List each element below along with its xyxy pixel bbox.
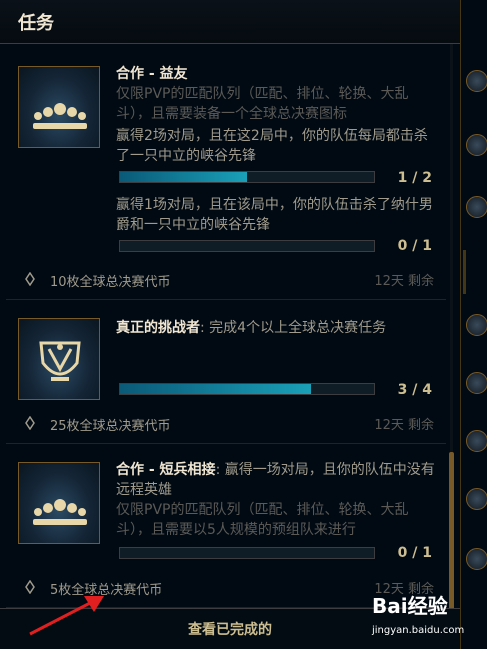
progress-count: 0 / 1 (397, 545, 432, 561)
quest-name: 合作 - 益友 (116, 66, 188, 82)
scrollbar-thumb[interactable] (449, 452, 454, 612)
baidu-watermark: Bai经验 jingyan.baidu.com (372, 590, 487, 649)
side-rail (462, 0, 487, 649)
quest-name: 真正的挑战者 (116, 320, 200, 336)
friend-avatar-icon[interactable] (466, 548, 487, 570)
worlds-trophy-icon (18, 318, 100, 400)
progress-fill (120, 172, 247, 182)
quest-title: 合作 - 短兵相接: 赢得一场对局，且你的队伍中没有远程英雄 (116, 460, 436, 500)
progress-fill (120, 384, 311, 394)
time-remaining: 12天 剩余 (374, 418, 434, 433)
friend-avatar-icon[interactable] (466, 196, 487, 218)
quest-card[interactable]: 合作 - 益友 仅限PVP的匹配队列（匹配、排位、轮换、大乱斗），且需要装备一个… (6, 50, 446, 300)
friend-avatar-icon[interactable] (466, 372, 487, 394)
friend-avatar-icon[interactable] (466, 70, 487, 92)
friend-avatar-icon[interactable] (466, 430, 487, 452)
quest-objective: 赢得1场对局，且在该局中，你的队伍击杀了纳什男爵和一只中立的峡谷先锋 (116, 197, 433, 233)
quest-reward: 25枚全球总决赛代币 (50, 419, 171, 434)
friend-avatar-icon[interactable] (466, 314, 487, 336)
friend-avatar-icon[interactable] (466, 134, 487, 156)
progress-bar (119, 171, 375, 183)
quest-title: 真正的挑战者: 完成4个以上全球总决赛任务 (116, 318, 436, 338)
progress-count: 3 / 4 (397, 382, 432, 398)
quest-title: 合作 - 益友 (116, 64, 436, 84)
progress-bar (119, 240, 375, 252)
quest-description: 仅限PVP的匹配队列（匹配、排位、轮换、大乱斗），且需要以5人规模的预组队来进行 (116, 502, 409, 538)
red-arrow-annotation (29, 596, 104, 636)
quest-objective: 赢得2场对局，且在这2局中，你的队伍每局都击杀了一只中立的峡谷先锋 (116, 128, 428, 164)
panel-header: 任务 (0, 0, 460, 44)
quest-title-suffix: : 完成4个以上全球总决赛任务 (200, 320, 387, 336)
quest-card[interactable]: 真正的挑战者: 完成4个以上全球总决赛任务 3 / 4 25枚全球总决赛代币 1… (6, 306, 446, 444)
quest-name: 合作 - 短兵相接 (116, 462, 216, 478)
team-icon (18, 66, 100, 148)
quest-card[interactable]: 合作 - 短兵相接: 赢得一场对局，且你的队伍中没有远程英雄 仅限PVP的匹配队… (6, 448, 446, 608)
panel-title: 任务 (18, 13, 54, 34)
quest-reward: 10枚全球总决赛代币 (50, 275, 171, 290)
progress-bar (119, 547, 375, 559)
quest-description: 仅限PVP的匹配队列（匹配、排位、轮换、大乱斗），且需要装备一个全球总决赛图标 (116, 86, 409, 122)
progress-bar (119, 383, 375, 395)
team-icon (18, 462, 100, 544)
token-icon (25, 272, 35, 286)
side-divider (463, 250, 466, 294)
friend-avatar-icon[interactable] (466, 488, 487, 510)
quests-panel: 任务 合作 - 益友 仅限PVP的匹配队列（匹配、排位、轮换、大乱斗），且需要装… (0, 0, 461, 649)
watermark-logo: Bai经验 (372, 594, 448, 618)
progress-count: 1 / 2 (397, 170, 432, 186)
progress-count: 0 / 1 (397, 238, 432, 254)
watermark-url: jingyan.baidu.com (372, 625, 465, 636)
time-remaining: 12天 剩余 (374, 274, 434, 289)
token-icon (25, 416, 35, 430)
